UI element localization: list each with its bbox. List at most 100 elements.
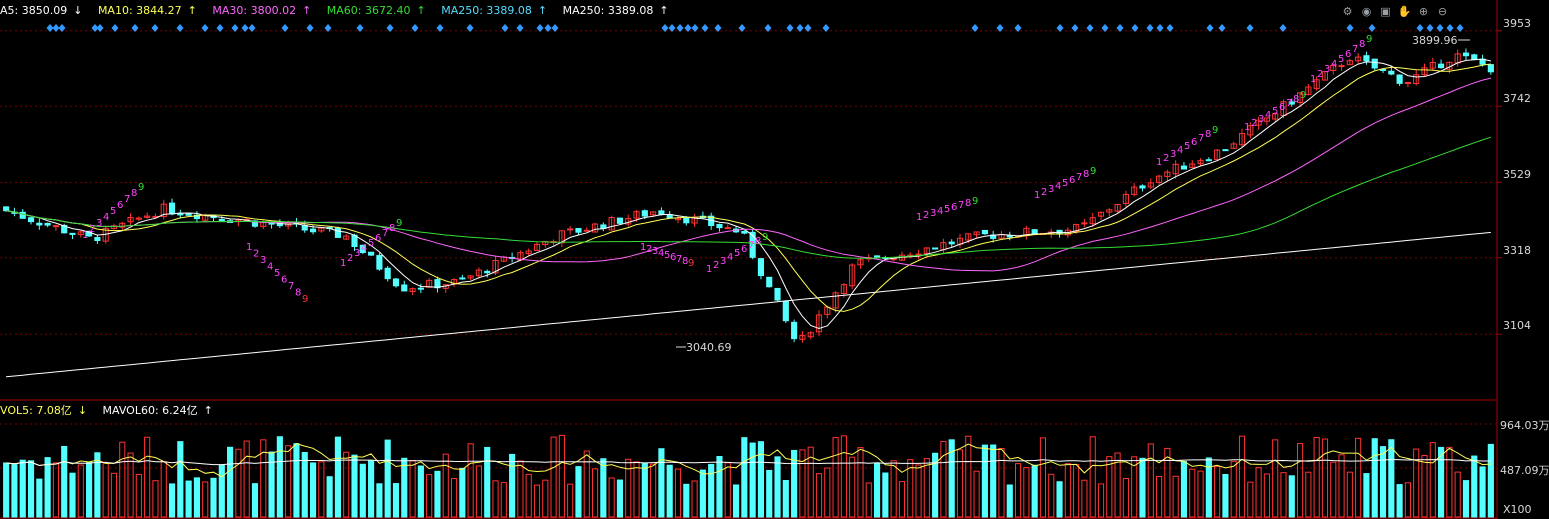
volume-bar	[193, 477, 200, 518]
volume-bar	[160, 461, 167, 518]
volume-bar	[956, 449, 964, 518]
chart-toolbar: ⚙ ◉ ▣ ✋ ⊕ ⊖	[1340, 4, 1450, 19]
td-count: 7	[1076, 172, 1082, 183]
candle-body	[724, 227, 731, 230]
volume-bar	[426, 474, 433, 518]
candle-body	[1222, 149, 1229, 152]
candle-body	[1139, 185, 1146, 189]
volume-bar	[484, 446, 491, 518]
volume-bar	[61, 445, 68, 518]
volume-bar	[19, 459, 26, 518]
volume-bar	[1014, 463, 1022, 518]
settings-icon[interactable]: ⚙	[1340, 4, 1355, 19]
volume-bar	[1039, 437, 1047, 518]
candle-body	[52, 225, 59, 228]
td-count: 2	[1251, 118, 1257, 129]
volume-bar	[550, 436, 557, 518]
volume-bar	[608, 477, 615, 518]
signal-diamond	[201, 24, 209, 32]
candle-body	[575, 228, 582, 233]
signal-diamond	[1446, 24, 1454, 32]
td-count: 8	[1293, 94, 1299, 105]
volume-bar	[1346, 471, 1353, 518]
td-count: 4	[1331, 59, 1337, 70]
candle-body	[567, 228, 574, 231]
td-count: 8	[755, 236, 761, 247]
signal-diamond	[1436, 24, 1444, 32]
volume-bar	[1139, 457, 1146, 518]
volume-bar	[251, 483, 259, 518]
volume-bar	[1189, 468, 1196, 518]
signal-diamond	[1346, 24, 1354, 32]
td-count: 8	[389, 223, 395, 234]
volume-bar	[1048, 473, 1055, 518]
td-count: 6	[117, 200, 123, 211]
volume-bar	[492, 480, 499, 518]
td-count: 4	[1177, 145, 1183, 156]
price-legend: A5: 3850.09 ↓ MA10: 3844.27 ↑ MA30: 3800.0…	[0, 4, 681, 18]
vol-unit: X100	[1503, 503, 1532, 516]
candle-body	[757, 258, 765, 277]
td-count: 3	[1324, 64, 1330, 75]
volume-bar	[1371, 438, 1378, 518]
ma5-legend: A5: 3850.09 ↓	[0, 4, 83, 17]
signal-diamond	[1416, 24, 1424, 32]
zoom-in-icon[interactable]: ⊕	[1416, 4, 1431, 19]
signal-diamond	[248, 24, 256, 32]
volume-bar	[1023, 467, 1030, 518]
signal-diamond	[58, 24, 66, 32]
candle-body	[384, 267, 391, 280]
candle-body	[218, 218, 225, 222]
td-count: 2	[253, 249, 259, 260]
volume-bar	[1238, 435, 1246, 518]
volume-bar	[1197, 470, 1204, 518]
high-price-label: 3899.96	[1412, 34, 1458, 47]
signal-diamond	[1116, 24, 1124, 32]
td-count: 1	[1034, 190, 1040, 201]
td-count: 3	[720, 256, 726, 267]
volume-bar	[475, 465, 483, 518]
volume-bar	[641, 463, 648, 518]
vol-tick-0: 964.03万	[1500, 419, 1549, 432]
signal-diamond	[822, 24, 830, 32]
td-count: 5	[1272, 106, 1278, 117]
volume-bar	[1214, 466, 1221, 518]
td-count: 1	[916, 212, 922, 223]
mavol60-legend: MAVOL60: 6.24亿 ↑	[102, 404, 213, 417]
zoom-out-icon[interactable]: ⊖	[1435, 4, 1450, 19]
volume-bar	[343, 451, 350, 518]
volume-bar	[658, 448, 665, 518]
td-count: 1	[1244, 122, 1250, 133]
volume-bar	[774, 456, 781, 518]
td-count: 2	[923, 210, 929, 221]
volume-bar	[1462, 480, 1470, 518]
volume-bar	[1122, 477, 1129, 518]
print-icon[interactable]: ▣	[1378, 4, 1393, 19]
candle-body	[1371, 58, 1378, 69]
volume-bar	[1056, 481, 1063, 518]
candle-body	[1388, 70, 1395, 75]
kline-chart[interactable]: 1234567891234567891 2 3 4 5 6 7 8 91 2 3 4 5 6 7 8 91 2 3 4…	[0, 0, 1549, 519]
signal-diamond	[306, 24, 314, 32]
td-count: 8	[1359, 39, 1365, 50]
signal-diamond	[356, 24, 364, 32]
candle-body	[583, 229, 590, 232]
volume-bar	[815, 473, 823, 518]
hand-icon[interactable]: ✋	[1397, 4, 1412, 19]
signal-diamond	[1101, 24, 1109, 32]
volume-bar	[525, 473, 532, 518]
volume-bar	[401, 457, 408, 518]
signal-diamond	[1206, 24, 1214, 32]
volume-bar	[260, 439, 267, 518]
volume-bar	[110, 472, 118, 518]
td-count: 8	[965, 198, 971, 209]
candle-body	[368, 251, 375, 256]
volume-bar	[1106, 456, 1113, 518]
candle-body	[417, 287, 424, 290]
candle-body	[168, 202, 176, 215]
eye-icon[interactable]: ◉	[1359, 4, 1374, 19]
volume-bar	[915, 464, 922, 518]
volume-bar	[1471, 455, 1478, 518]
volume-bar	[708, 463, 715, 518]
volume-bar	[691, 480, 698, 518]
